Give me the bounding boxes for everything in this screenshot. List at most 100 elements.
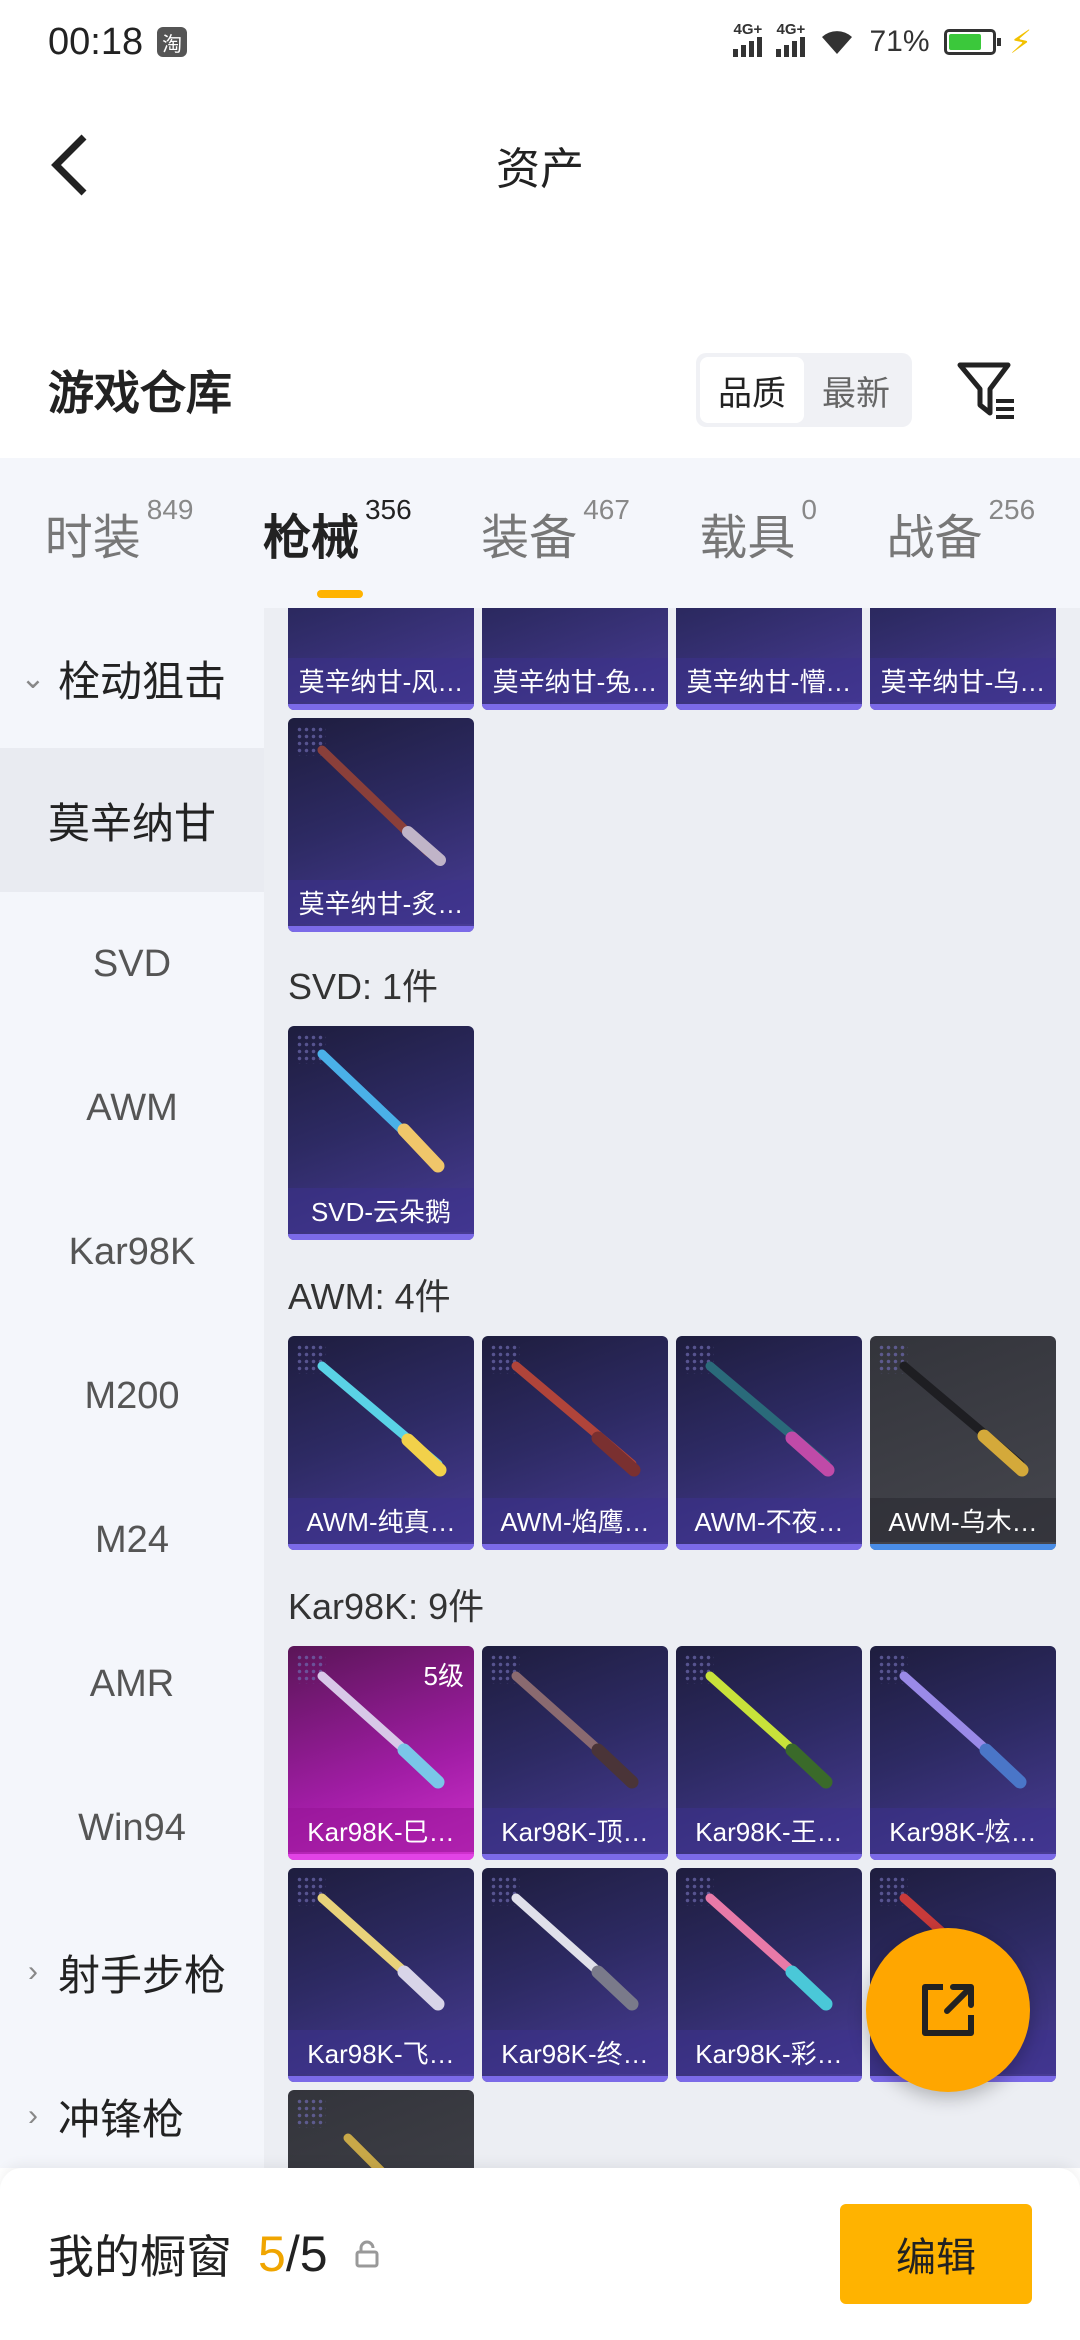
sort-latest[interactable]: 最新 [804,357,908,423]
sidebar-group-label: 冲锋枪 [58,2095,185,2143]
showcase-bar: 我的橱窗 5/5 编辑 [0,2168,1080,2340]
sidebar-item-kar98k[interactable]: Kar98K [0,1180,264,1324]
rifle-icon [317,745,446,866]
chevron-right-icon: › [28,1955,38,1988]
status-bar: 00:18 淘 4G+ 4G+ 71% ⚡ [0,0,1080,84]
weapon-name: 莫辛纳甘-风… [288,658,474,702]
page-title: 资产 [496,145,584,194]
weapon-name: 莫辛纳甘-懵… [676,658,862,702]
wifi-icon [822,31,853,54]
charging-icon: ⚡ [1009,24,1032,60]
weapon-card[interactable]: SVD-云朵鹅 [288,1026,474,1240]
warehouse-title: 游戏仓库 [48,367,232,419]
tab-equipment[interactable]: 装备 467 [481,494,630,568]
signal-icon: 4G+ [733,21,763,57]
showcase-count-current: 5 [258,2226,286,2282]
network-type-2: 4G+ [776,21,806,38]
section-title-kar98k: Kar98K: 9件 [288,1586,485,1627]
rifle-icon [317,1671,445,1789]
weapon-card[interactable]: Kar98K-顶… [482,1646,668,1860]
weapon-card[interactable]: Kar98K-终… [482,1868,668,2082]
weapon-card[interactable]: 莫辛纳甘-乌… [870,608,1056,710]
weapon-name: Kar98K-炫… [870,1808,1056,1852]
battery-percent: 71% [869,25,930,58]
back-button[interactable] [40,130,100,200]
filter-button[interactable] [952,355,1022,425]
sidebar-item-amr[interactable]: AMR [0,1612,264,1756]
rifle-icon [899,1671,1027,1789]
weapon-name: Kar98K-巳… [288,1808,474,1852]
battery-icon [943,29,1001,55]
weapon-card[interactable]: Kar98K-彩… [676,1868,862,2082]
sidebar-item-m24[interactable]: M24 [0,1468,264,1612]
tab-count: 849 [146,494,194,525]
weapon-name: 莫辛纳甘-兔… [482,658,668,702]
sidebar-item-mosin[interactable]: 莫辛纳甘 [0,748,264,892]
tab-count: 467 [583,494,630,525]
tab-fashion[interactable]: 时装 849 [44,494,194,568]
tab-count: 0 [801,494,817,525]
weapon-card[interactable]: 莫辛纳甘-懵… [676,608,862,710]
sidebar-item-awm[interactable]: AWM [0,1036,264,1180]
warehouse-header: 游戏仓库 品质 最新 [0,340,1080,440]
weapon-card[interactable]: Kar98K-炫… [870,1646,1056,1860]
weapon-name: SVD-云朵鹅 [288,1188,474,1232]
rifle-icon [317,1893,445,2011]
weapon-card[interactable]: 莫辛纳甘-风… [288,608,474,710]
sidebar-group-label: 射手步枪 [58,1951,227,1999]
sidebar-group-label: 栓动狙击 [58,657,227,705]
section-title-svd: SVD: 1件 [288,966,439,1007]
tab-label: 时装 [44,512,141,565]
share-button[interactable] [866,1928,1030,2092]
network-type: 4G+ [733,21,763,38]
weapon-name: AWM-纯真… [288,1498,474,1542]
tab-label: 装备 [481,512,578,565]
chevron-right-icon: › [28,2099,38,2132]
signal-icon-2: 4G+ [776,21,806,57]
weapon-card[interactable]: Kar98K-王… [676,1646,862,1860]
showcase-count-total: /5 [285,2226,328,2282]
rifle-icon [317,1361,447,1477]
weapon-card[interactable]: 莫辛纳甘-炙… [288,718,474,932]
weapon-name: AWM-不夜… [676,1498,862,1542]
weapon-card[interactable]: 5级 Kar98K-巳… [288,1646,474,1860]
weapon-card[interactable]: AWM-不夜… [676,1336,862,1550]
sidebar-item-win94[interactable]: Win94 [0,1756,264,1900]
showcase-title: 我的橱窗 [48,2231,232,2283]
edit-button[interactable]: 编辑 [840,2204,1032,2304]
category-tabs: 时装 849 枪械 356 装备 467 载具 0 战备 256 [0,458,1080,608]
tab-label: 枪械 [262,512,359,565]
weapon-name: Kar98K-飞… [288,2030,474,2074]
weapon-card[interactable]: AWM-焰鹰… [482,1336,668,1550]
sidebar-group-marksman[interactable]: › 射手步枪 [0,1900,264,2044]
sidebar-item-m200[interactable]: M200 [0,1324,264,1468]
sort-toggle: 品质 最新 [696,353,912,427]
nav-bar: 资产 [0,110,1080,220]
sidebar-item-svd[interactable]: SVD [0,892,264,1036]
weapon-name: 莫辛纳甘-炙… [288,880,474,924]
taobao-app-icon: 淘 [157,27,188,57]
rifle-icon [705,1671,833,1789]
rifle-icon [705,1361,835,1477]
tab-gear[interactable]: 战备 256 [886,494,1035,568]
weapon-card[interactable]: AWM-纯真… [288,1336,474,1550]
weapon-name: Kar98K-王… [676,1808,862,1852]
tab-firearms[interactable]: 枪械 356 [262,494,412,598]
tab-vehicles[interactable]: 载具 0 [699,494,817,568]
weapon-card[interactable]: Kar98K-飞… [288,1868,474,2082]
rifle-icon [511,1671,639,1789]
rifle-icon [343,2133,385,2168]
showcase-count: 5/5 [258,2225,328,2283]
weapon-card[interactable] [288,2090,474,2168]
weapon-name: AWM-乌木… [870,1498,1056,1542]
sort-quality[interactable]: 品质 [700,357,804,423]
sidebar-group-smg[interactable]: › 冲锋枪 [0,2044,264,2188]
tab-label: 载具 [699,512,796,565]
chevron-left-icon [51,134,87,196]
share-external-icon [922,1984,974,2036]
tab-count: 356 [364,494,412,525]
weapon-card[interactable]: 莫辛纳甘-兔… [482,608,668,710]
weapon-card[interactable]: AWM-乌木… [870,1336,1056,1550]
sidebar-group-bolt-sniper[interactable]: ⌄ 栓动狙击 [0,608,264,748]
rifle-icon [317,1049,445,1173]
